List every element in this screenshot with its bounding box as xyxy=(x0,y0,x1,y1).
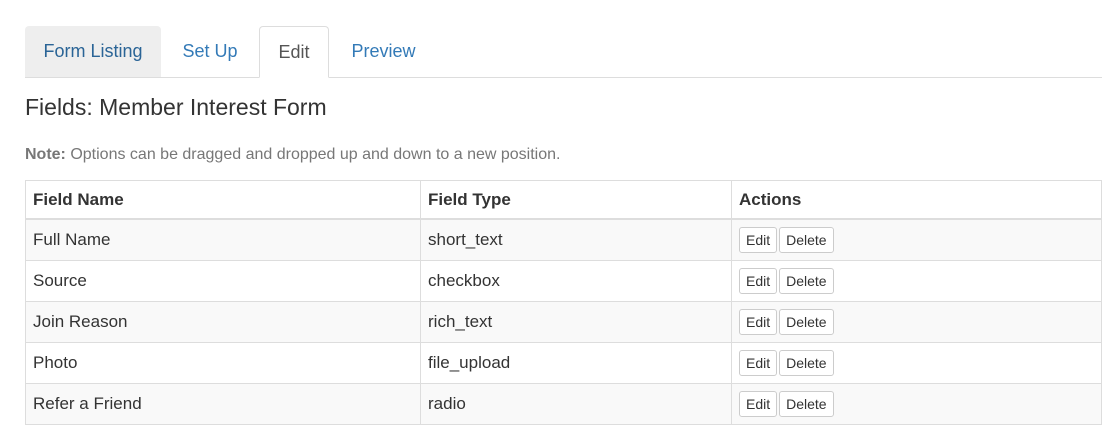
edit-button[interactable]: Edit xyxy=(739,391,778,417)
actions-cell: Edit Delete xyxy=(731,260,1102,302)
field-name-cell: Refer a Friend xyxy=(25,383,421,425)
delete-button[interactable]: Delete xyxy=(779,350,834,376)
table-row[interactable]: Refer a Friend radio Edit Delete xyxy=(25,383,1102,425)
tab-preview[interactable]: Preview xyxy=(332,26,435,77)
page: Form Listing Set Up Edit Preview Fields:… xyxy=(0,0,1115,440)
field-type-cell: checkbox xyxy=(420,260,732,302)
tab-bar: Form Listing Set Up Edit Preview xyxy=(25,26,1102,78)
tab-set-up[interactable]: Set Up xyxy=(164,26,256,77)
field-type-cell: short_text xyxy=(420,218,732,261)
drag-note: Note: Options can be dragged and dropped… xyxy=(25,145,560,165)
tab-label: Form Listing xyxy=(43,41,143,61)
note-text: Options can be dragged and dropped up an… xyxy=(65,146,561,163)
field-name-cell: Join Reason xyxy=(25,301,421,343)
header-field-name: Field Name xyxy=(25,180,421,220)
edit-button[interactable]: Edit xyxy=(739,309,778,335)
field-type-cell: rich_text xyxy=(420,301,732,343)
delete-button[interactable]: Delete xyxy=(779,268,834,294)
tab-form-listing[interactable]: Form Listing xyxy=(25,26,161,77)
delete-button[interactable]: Delete xyxy=(779,391,834,417)
table-row[interactable]: Source checkbox Edit Delete xyxy=(25,260,1102,302)
field-name-cell: Full Name xyxy=(25,218,421,261)
fields-table: Field Name Field Type Actions Full Name … xyxy=(25,180,1102,425)
field-name-cell: Source xyxy=(25,260,421,302)
note-label: Note: xyxy=(25,146,66,163)
tab-label: Edit xyxy=(278,42,310,62)
tab-edit[interactable]: Edit xyxy=(259,26,329,78)
tab-label: Set Up xyxy=(182,41,238,61)
tab-label: Preview xyxy=(351,41,416,61)
page-title: Fields: Member Interest Form xyxy=(25,94,327,120)
actions-cell: Edit Delete xyxy=(731,218,1102,261)
table-row[interactable]: Join Reason rich_text Edit Delete xyxy=(25,301,1102,343)
table-header-row: Field Name Field Type Actions xyxy=(25,180,1102,220)
header-actions: Actions xyxy=(731,180,1102,220)
delete-button[interactable]: Delete xyxy=(779,309,834,335)
header-field-type: Field Type xyxy=(420,180,732,220)
edit-button[interactable]: Edit xyxy=(739,268,778,294)
actions-cell: Edit Delete xyxy=(731,301,1102,343)
field-type-cell: file_upload xyxy=(420,342,732,384)
actions-cell: Edit Delete xyxy=(731,342,1102,384)
table-row[interactable]: Photo file_upload Edit Delete xyxy=(25,342,1102,384)
field-name-cell: Photo xyxy=(25,342,421,384)
table-row[interactable]: Full Name short_text Edit Delete xyxy=(25,218,1102,261)
delete-button[interactable]: Delete xyxy=(779,227,834,253)
edit-button[interactable]: Edit xyxy=(739,350,778,376)
field-type-cell: radio xyxy=(420,383,732,425)
actions-cell: Edit Delete xyxy=(731,383,1102,425)
edit-button[interactable]: Edit xyxy=(739,227,778,253)
